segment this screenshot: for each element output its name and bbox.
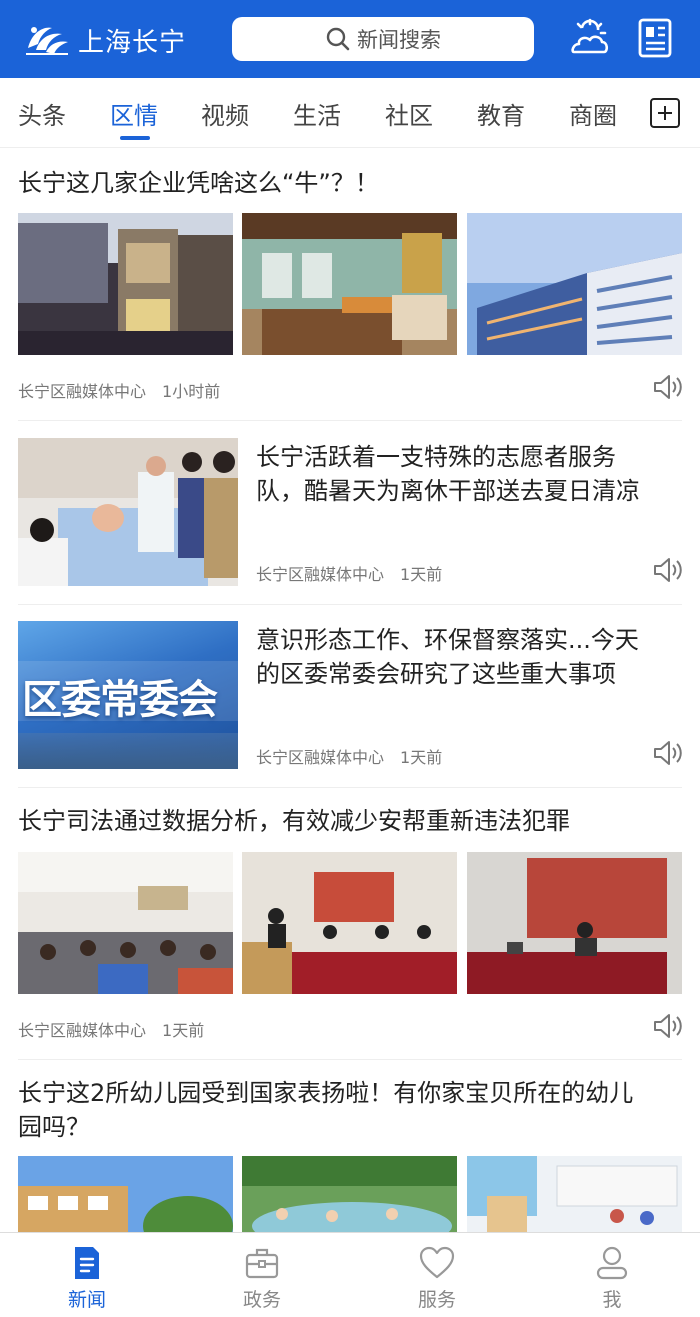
image-caption: 区委常委会 — [22, 677, 218, 723]
app-logo-icon — [26, 27, 68, 55]
tab-district[interactable]: 区情 — [110, 96, 158, 131]
briefcase-icon — [245, 1248, 279, 1279]
article-title[interactable]: 长宁活跃着一支特殊的志愿者服务 队，酷暑天为离休干部送去夏日清凉 — [256, 440, 640, 508]
tab-headline[interactable]: 头条 — [18, 96, 66, 131]
divider — [18, 604, 682, 605]
speaker-icon[interactable] — [652, 555, 684, 585]
article-title[interactable]: 长宁司法通过数据分析，有效减少安帮重新违法犯罪 — [18, 804, 570, 838]
article-image[interactable] — [467, 213, 682, 355]
heart-icon — [419, 1246, 455, 1279]
speaker-icon[interactable] — [652, 372, 684, 402]
active-tab-indicator — [120, 136, 150, 140]
tab-education[interactable]: 教育 — [477, 96, 525, 131]
image-skyline — [18, 733, 238, 769]
speaker-icon[interactable] — [652, 738, 684, 768]
article-image[interactable]: 区委常委会 — [18, 621, 238, 769]
article-image[interactable] — [242, 213, 457, 355]
search-placeholder: 新闻搜索 — [357, 28, 441, 52]
search-icon — [326, 27, 350, 51]
article-title-line: 的区委常委会研究了这些重大事项 — [256, 660, 616, 688]
tabbar-label: 服务 — [417, 1289, 456, 1311]
article-time: 1小时前 — [162, 382, 221, 401]
tab-community[interactable]: 社区 — [385, 96, 433, 131]
divider — [18, 420, 682, 421]
app-title: 上海长宁 — [78, 28, 187, 58]
article-source: 长宁区融媒体中心 — [256, 565, 385, 584]
user-icon — [596, 1246, 628, 1280]
add-tab-icon[interactable] — [650, 98, 680, 128]
article-time: 1天前 — [400, 748, 443, 767]
article-source: 长宁区融媒体中心 — [18, 1021, 147, 1040]
tabbar-label: 政务 — [242, 1289, 281, 1311]
article-source: 长宁区融媒体中心 — [256, 748, 385, 767]
article-time: 1天前 — [400, 565, 443, 584]
article-image[interactable] — [18, 1156, 233, 1232]
tabbar-me[interactable]: 我 — [562, 1241, 662, 1313]
article-meta: 长宁区融媒体中心 1天前 — [18, 1017, 204, 1041]
tab-shopping[interactable]: 商圈 — [569, 96, 617, 131]
tab-life[interactable]: 生活 — [293, 96, 341, 131]
divider — [18, 787, 682, 788]
article-time: 1天前 — [162, 1021, 205, 1040]
article-meta: 长宁区融媒体中心 1小时前 — [18, 378, 220, 402]
article-image[interactable] — [242, 852, 457, 994]
bottom-tab-bar: 新闻 政务 服务 我 — [0, 1232, 700, 1317]
article-title-line: 长宁活跃着一支特殊的志愿者服务 — [256, 443, 616, 471]
article-image[interactable] — [467, 1156, 682, 1232]
article-title-line: 意识形态工作、环保督察落实...今天 — [256, 626, 639, 654]
article-title-line: 园吗？ — [18, 1113, 90, 1141]
tabbar-news[interactable]: 新闻 — [37, 1241, 137, 1313]
tabbar-services[interactable]: 服务 — [387, 1241, 487, 1313]
tabbar-government[interactable]: 政务 — [212, 1241, 312, 1313]
app-header: 上海长宁 新闻搜索 — [0, 0, 700, 78]
article-title-line: 队，酷暑天为离休干部送去夏日清凉 — [256, 477, 640, 505]
article-meta: 长宁区融媒体中心 1天前 — [256, 561, 442, 585]
tabbar-label: 我 — [602, 1289, 622, 1311]
weather-icon[interactable] — [568, 18, 610, 58]
article-image[interactable] — [18, 438, 238, 586]
article-image[interactable] — [18, 213, 233, 355]
article-image[interactable] — [242, 1156, 457, 1232]
search-input[interactable]: 新闻搜索 — [232, 17, 534, 61]
article-title[interactable]: 意识形态工作、环保督察落实...今天 的区委常委会研究了这些重大事项 — [256, 623, 639, 691]
article-title[interactable]: 长宁这2所幼儿园受到国家表扬啦！有你家宝贝所在的幼儿 园吗？ — [18, 1076, 633, 1144]
article-title[interactable]: 长宁这几家企业凭啥这么“牛”？！ — [18, 166, 379, 200]
article-meta: 长宁区融媒体中心 1天前 — [256, 744, 442, 768]
news-feed[interactable]: 长宁这几家企业凭啥这么“牛”？！ 长宁区融媒体中心 1小时前 长宁活跃着一支特殊… — [0, 149, 700, 1232]
news-doc-icon — [75, 1247, 99, 1279]
category-tabs: 头条 区情 视频 生活 社区 教育 商圈 — [0, 78, 700, 148]
divider — [18, 1059, 682, 1060]
speaker-icon[interactable] — [652, 1011, 684, 1041]
tabbar-label: 新闻 — [67, 1289, 106, 1311]
article-title-line: 长宁这2所幼儿园受到国家表扬啦！有你家宝贝所在的幼儿 — [18, 1079, 634, 1107]
article-image[interactable] — [467, 852, 682, 994]
tab-video[interactable]: 视频 — [201, 96, 249, 131]
article-source: 长宁区融媒体中心 — [18, 382, 147, 401]
newspaper-icon[interactable] — [638, 18, 672, 58]
article-image[interactable] — [18, 852, 233, 994]
